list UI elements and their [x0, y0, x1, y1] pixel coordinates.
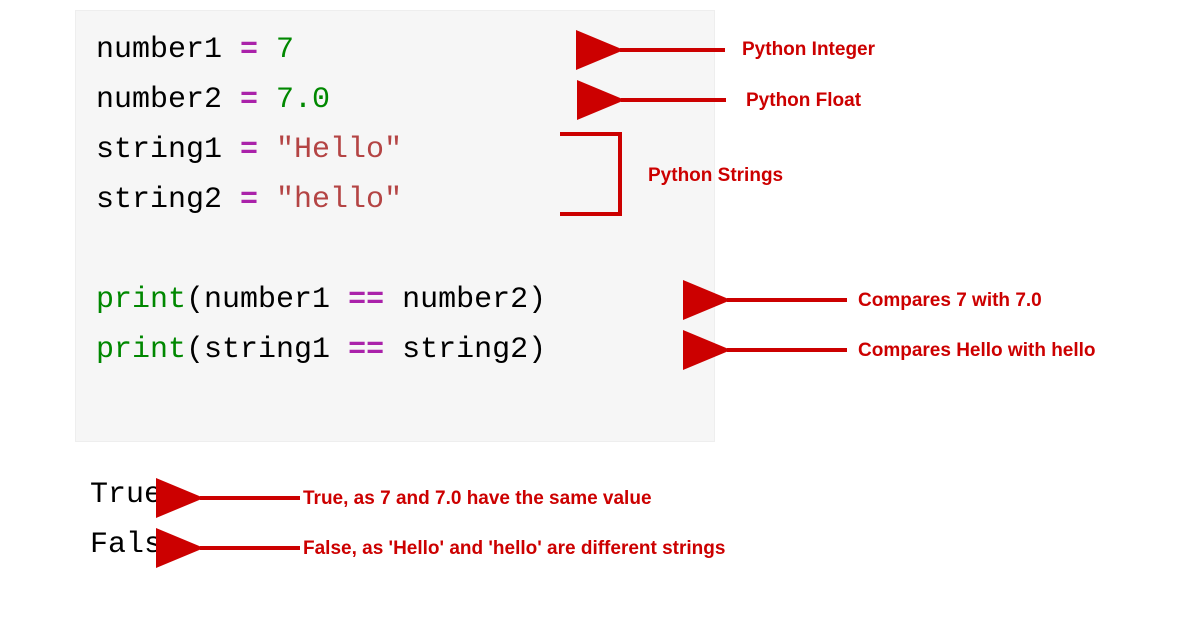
- bracket-icon: [560, 134, 620, 214]
- annotation-float: Python Float: [746, 90, 861, 112]
- annotation-compare-strings: Compares Hello with hello: [858, 340, 1096, 362]
- annotation-integer: Python Integer: [742, 39, 875, 61]
- annotation-strings: Python Strings: [648, 165, 783, 187]
- annotation-output-true: True, as 7 and 7.0 have the same value: [303, 488, 652, 510]
- annotation-arrows: [0, 0, 1200, 630]
- annotation-output-false: False, as 'Hello' and 'hello' are differ…: [303, 538, 725, 560]
- annotation-compare-numbers: Compares 7 with 7.0: [858, 290, 1042, 312]
